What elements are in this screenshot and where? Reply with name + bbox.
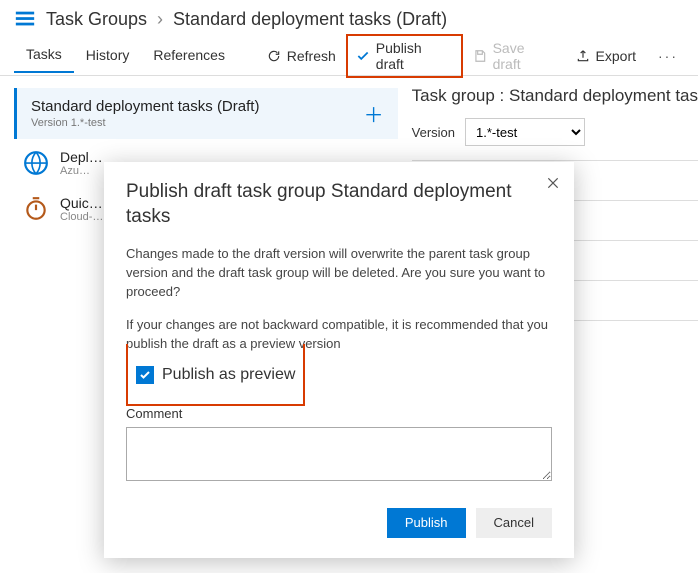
publish-button[interactable]: Publish: [387, 508, 466, 538]
publish-as-preview-label: Publish as preview: [162, 366, 295, 384]
close-icon[interactable]: [546, 176, 560, 190]
dialog-title: Publish draft task group Standard deploy…: [126, 180, 552, 229]
cancel-button[interactable]: Cancel: [476, 508, 552, 538]
comment-label: Comment: [126, 406, 552, 421]
dialog-text-warning: Changes made to the draft version will o…: [126, 245, 552, 302]
publish-as-preview-checkbox[interactable]: [136, 366, 154, 384]
comment-input[interactable]: [126, 427, 552, 481]
publish-dialog: Publish draft task group Standard deploy…: [104, 162, 574, 558]
modal-overlay: Publish draft task group Standard deploy…: [0, 0, 698, 573]
